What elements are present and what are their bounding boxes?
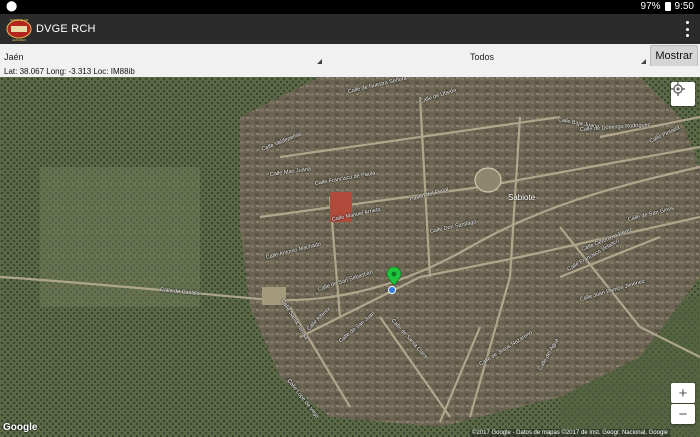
- location-pin-icon: ⬤: [6, 1, 18, 12]
- logo-bottom-text: HENARES: [12, 38, 27, 42]
- app-title: DVGE RCH: [36, 23, 96, 35]
- battery-icon: [664, 2, 671, 11]
- zoom-in-button[interactable]: +: [671, 383, 695, 403]
- coordinates-readout: Lat: 38.067 Long: -3.313 Loc: IM88ib: [0, 66, 700, 77]
- show-button[interactable]: Mostrar: [650, 45, 698, 67]
- dropdown-caret-icon: [641, 59, 646, 64]
- province-value: Jaén: [4, 52, 24, 62]
- clock: 9:50: [674, 1, 694, 12]
- logo-top-text: RADIO CLUB: [10, 18, 28, 22]
- battery-level: 97%: [640, 1, 661, 12]
- overflow-menu-icon[interactable]: [686, 21, 690, 37]
- town-label: Sabiote: [508, 193, 536, 202]
- map-attribution[interactable]: ©2017 Google - Datos de mapas ©2017 de I…: [470, 429, 670, 437]
- dropdown-caret-icon: [317, 59, 322, 64]
- location-marker-icon[interactable]: [386, 267, 402, 297]
- google-logo: Google: [3, 422, 38, 433]
- type-select[interactable]: Todos: [330, 44, 650, 66]
- status-bar: ⬤ 97% 9:50: [0, 0, 700, 14]
- my-location-icon[interactable]: [671, 82, 695, 106]
- type-value: Todos: [470, 52, 495, 62]
- status-right: 97% 9:50: [641, 1, 694, 12]
- filter-bar: Jaén Todos Mostrar: [0, 44, 700, 67]
- satellite-map[interactable]: Calle de Nuestra Señora Calle de Úbeda C…: [0, 77, 700, 437]
- zoom-out-button[interactable]: −: [671, 404, 695, 424]
- app-bar: RADIO CLUB HENARES DVGE RCH: [0, 14, 700, 44]
- province-select[interactable]: Jaén: [4, 44, 326, 66]
- radio-club-logo: RADIO CLUB HENARES: [6, 18, 32, 42]
